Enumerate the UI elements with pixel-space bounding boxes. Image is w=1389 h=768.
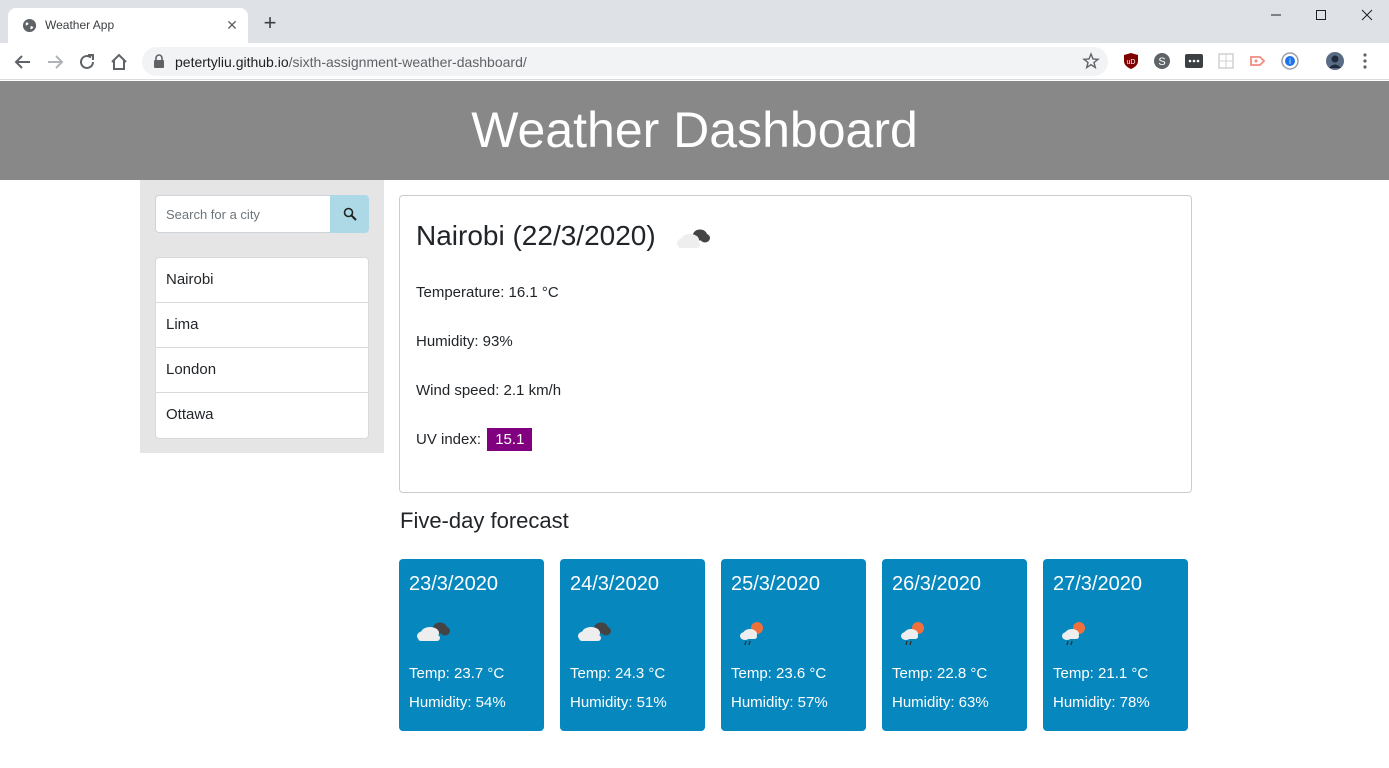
forecast-humidity: Humidity: 51% bbox=[570, 694, 667, 711]
history-item-london[interactable]: London bbox=[156, 348, 368, 393]
forecast-card: 26/3/2020 Temp: 22.8 °C Humidity: 63% bbox=[882, 559, 1027, 731]
skype-icon[interactable]: S bbox=[1152, 51, 1172, 71]
url-text: petertyliu.github.io/sixth-assignment-we… bbox=[175, 54, 527, 70]
tab-title: Weather App bbox=[45, 18, 115, 32]
browser-toolbar: petertyliu.github.io/sixth-assignment-we… bbox=[0, 43, 1389, 80]
page-title: Weather Dashboard bbox=[471, 102, 918, 158]
ublock-icon[interactable]: uD bbox=[1121, 51, 1141, 71]
home-icon[interactable] bbox=[108, 51, 130, 73]
back-arrow-icon[interactable] bbox=[12, 51, 34, 73]
url-host: petertyliu.github.io bbox=[175, 54, 289, 70]
terminal-extension-icon[interactable] bbox=[1184, 51, 1204, 71]
forecast-humidity: Humidity: 78% bbox=[1053, 694, 1150, 711]
city-search-input[interactable] bbox=[155, 195, 331, 233]
cast-extension-icon[interactable] bbox=[1248, 51, 1268, 71]
forecast-temp: Temp: 22.8 °C bbox=[892, 665, 988, 682]
forecast-date: 27/3/2020 bbox=[1053, 573, 1142, 595]
current-weather-card: Nairobi (22/3/2020) Temperature: 16.1 °C… bbox=[399, 195, 1192, 493]
current-wind-speed: Wind speed: 2.1 km/h bbox=[416, 382, 562, 399]
rain-sun-icon bbox=[1062, 622, 1085, 646]
cloudy-icon bbox=[578, 622, 611, 641]
search-button[interactable] bbox=[330, 195, 369, 233]
new-tab-button[interactable]: + bbox=[259, 12, 281, 34]
sidebar: Nairobi Lima London Ottawa bbox=[140, 180, 384, 453]
browser-tab[interactable]: Weather App ✕ bbox=[8, 8, 248, 43]
forecast-date: 24/3/2020 bbox=[570, 573, 659, 595]
svg-text:i: i bbox=[1289, 57, 1291, 66]
forecast-humidity: Humidity: 63% bbox=[892, 694, 989, 711]
lock-icon bbox=[154, 54, 164, 68]
window-close-icon[interactable] bbox=[1355, 6, 1379, 24]
bookmark-star-icon[interactable] bbox=[1082, 52, 1100, 70]
forecast-temp: Temp: 24.3 °C bbox=[570, 665, 666, 682]
forecast-temp: Temp: 23.6 °C bbox=[731, 665, 827, 682]
forecast-temp: Temp: 23.7 °C bbox=[409, 665, 505, 682]
history-item-lima[interactable]: Lima bbox=[156, 303, 368, 348]
forecast-card: 27/3/2020 Temp: 21.1 °C Humidity: 78% bbox=[1043, 559, 1188, 731]
browser-menu-icon[interactable] bbox=[1355, 51, 1375, 71]
globe-icon bbox=[22, 18, 37, 33]
reload-icon[interactable] bbox=[76, 51, 98, 73]
forecast-date: 23/3/2020 bbox=[409, 573, 498, 595]
current-humidity: Humidity: 93% bbox=[416, 333, 513, 350]
forecast-temp: Temp: 21.1 °C bbox=[1053, 665, 1149, 682]
rain-sun-icon bbox=[901, 622, 924, 646]
forecast-humidity: Humidity: 57% bbox=[731, 694, 828, 711]
forecast-date: 26/3/2020 bbox=[892, 573, 981, 595]
forward-arrow-icon[interactable] bbox=[44, 51, 66, 73]
current-city-title: Nairobi (22/3/2020) bbox=[416, 220, 656, 251]
uv-label: UV index: bbox=[416, 431, 482, 448]
page-header: Weather Dashboard bbox=[0, 81, 1389, 180]
history-item-ottawa[interactable]: Ottawa bbox=[156, 393, 368, 438]
forecast-card: 24/3/2020 Temp: 24.3 °C Humidity: 51% bbox=[560, 559, 705, 731]
address-bar[interactable]: petertyliu.github.io/sixth-assignment-we… bbox=[142, 47, 1108, 76]
grid-extension-icon[interactable] bbox=[1216, 51, 1236, 71]
page: Weather Dashboard Nairobi Lima London Ot… bbox=[0, 81, 1389, 768]
search-group bbox=[155, 195, 369, 233]
forecast-card: 25/3/2020 Temp: 23.6 °C Humidity: 57% bbox=[721, 559, 866, 731]
browser-tabstrip: Weather App ✕ + bbox=[0, 0, 1389, 43]
maximize-icon[interactable] bbox=[1309, 6, 1333, 24]
cloudy-icon bbox=[417, 622, 450, 641]
current-temperature: Temperature: 16.1 °C bbox=[416, 284, 559, 301]
svg-text:uD: uD bbox=[1127, 59, 1136, 66]
forecast-humidity: Humidity: 54% bbox=[409, 694, 506, 711]
tab-close-icon[interactable]: ✕ bbox=[224, 17, 240, 33]
info-extension-icon[interactable]: i bbox=[1280, 51, 1300, 71]
uv-index-badge: 15.1 bbox=[487, 428, 533, 451]
forecast-date: 25/3/2020 bbox=[731, 573, 820, 595]
profile-avatar-icon[interactable] bbox=[1325, 51, 1345, 71]
rain-sun-icon bbox=[740, 622, 763, 646]
cloudy-icon bbox=[677, 229, 710, 248]
search-icon bbox=[343, 207, 357, 221]
url-path: /sixth-assignment-weather-dashboard/ bbox=[288, 54, 527, 70]
history-item-nairobi[interactable]: Nairobi bbox=[156, 258, 368, 303]
forecast-card: 23/3/2020 Temp: 23.7 °C Humidity: 54% bbox=[399, 559, 544, 731]
search-history-list: Nairobi Lima London Ottawa bbox=[155, 257, 369, 439]
minimize-icon[interactable] bbox=[1264, 6, 1288, 24]
svg-text:S: S bbox=[1158, 56, 1165, 68]
current-uv-row: UV index: 15.1 bbox=[416, 428, 533, 451]
forecast-heading: Five-day forecast bbox=[400, 508, 569, 533]
